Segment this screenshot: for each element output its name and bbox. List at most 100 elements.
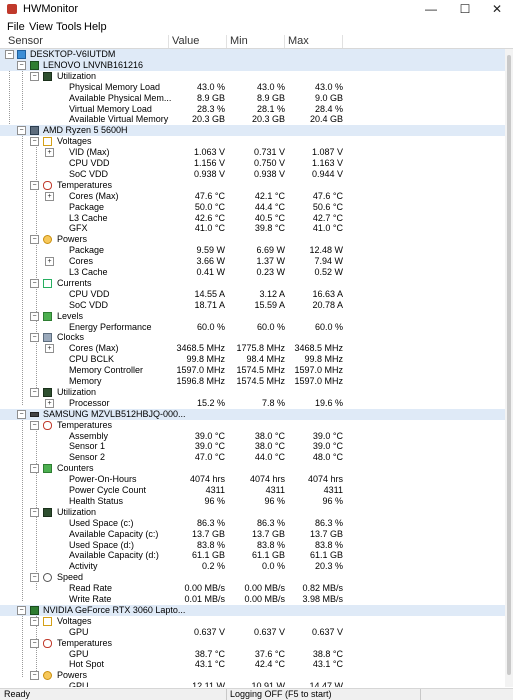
expand-icon[interactable]: + — [45, 344, 54, 354]
sensor-row[interactable]: CPU VDD 14.55 A 3.12 A 16.63 A — [0, 289, 505, 300]
minimize-button[interactable]: — — [414, 0, 448, 19]
category-row[interactable]: − Utilization — [0, 507, 505, 518]
collapse-icon[interactable]: − — [30, 278, 39, 288]
sensor-row[interactable]: Physical Memory Load 43.0 % 43.0 % 43.0 % — [0, 82, 505, 93]
expand-icon[interactable]: + — [45, 191, 54, 201]
category-row[interactable]: − Clocks — [0, 332, 505, 343]
sensor-row[interactable]: Package 50.0 °C 44.4 °C 50.6 °C — [0, 202, 505, 213]
category-row[interactable]: − Utilization — [0, 387, 505, 398]
device-row[interactable]: − SAMSUNG MZVLB512HBJQ-000... — [0, 408, 505, 420]
menu-tools[interactable]: Tools — [56, 21, 82, 33]
sensor-row[interactable]: CPU VDD 1.156 V 0.750 V 1.163 V — [0, 158, 505, 169]
sensor-row[interactable]: Available Physical Mem... 8.9 GB 8.9 GB 9.0… — [0, 93, 505, 104]
row-label: NVIDIA GeForce RTX 3060 Lapto... — [43, 604, 186, 615]
collapse-icon[interactable]: − — [5, 50, 14, 59]
sensor-row[interactable]: Read Rate 0.00 MB/s 0.00 MB/s 0.82 MB/s — [0, 583, 505, 594]
category-row[interactable]: − Counters — [0, 463, 505, 474]
expand-icon[interactable]: + — [45, 257, 54, 267]
collapse-icon[interactable]: − — [30, 464, 39, 474]
collapse-icon[interactable]: − — [30, 71, 39, 81]
sensor-row[interactable]: CPU BCLK 99.8 MHz 98.4 MHz 99.8 MHz — [0, 354, 505, 365]
root-row[interactable]: − DESKTOP-V6IUTDM — [0, 49, 505, 60]
category-row[interactable]: − Powers — [0, 670, 505, 681]
sensor-row[interactable]: Power-On-Hours 4074 hrs 4074 hrs 4074 hrs — [0, 474, 505, 485]
column-sensor[interactable]: Sensor — [5, 35, 169, 48]
collapse-icon[interactable]: − — [30, 137, 39, 147]
sensor-row[interactable]: Power Cycle Count 4311 4311 4311 — [0, 485, 505, 496]
collapse-icon[interactable]: − — [30, 616, 39, 626]
sensor-row[interactable]: + Cores (Max) 47.6 °C 42.1 °C 47.6 °C — [0, 191, 505, 202]
collapse-icon[interactable]: − — [30, 507, 39, 517]
category-row[interactable]: − Temperatures — [0, 180, 505, 191]
collapse-icon[interactable]: − — [30, 638, 39, 648]
sensor-row[interactable]: Assembly 39.0 °C 38.0 °C 39.0 °C — [0, 431, 505, 442]
collapse-icon[interactable]: − — [17, 60, 26, 70]
sensor-row[interactable]: Sensor 2 47.0 °C 44.0 °C 48.0 °C — [0, 452, 505, 463]
sensor-row[interactable]: L3 Cache 42.6 °C 40.5 °C 42.7 °C — [0, 213, 505, 224]
collapse-icon[interactable]: − — [17, 605, 26, 615]
sensor-row[interactable]: Used Space (c:) 86.3 % 86.3 % 86.3 % — [0, 518, 505, 529]
scrollbar-thumb[interactable] — [507, 55, 511, 675]
expand-icon[interactable]: + — [45, 148, 54, 158]
category-row[interactable]: − Voltages — [0, 616, 505, 627]
category-row[interactable]: − Utilization — [0, 71, 505, 82]
device-row[interactable]: − LENOVO LNVNB161216 — [0, 59, 505, 71]
sensor-row[interactable]: Activity 0.2 % 0.0 % 20.3 % — [0, 561, 505, 572]
collapse-icon[interactable]: − — [17, 126, 26, 136]
category-row[interactable]: − Powers — [0, 234, 505, 245]
sensor-row[interactable]: Available Virtual Memory 20.3 GB 20.3 GB 20… — [0, 114, 505, 125]
column-min[interactable]: Min — [227, 35, 285, 48]
sensor-row[interactable]: Sensor 1 39.0 °C 38.0 °C 39.0 °C — [0, 441, 505, 452]
sensor-row[interactable]: Health Status 96 % 96 % 96 % — [0, 496, 505, 507]
sensor-row[interactable]: SoC VDD 0.938 V 0.938 V 0.944 V — [0, 169, 505, 180]
category-row[interactable]: − Temperatures — [0, 420, 505, 431]
maximize-button[interactable]: ☐ — [448, 0, 482, 19]
sensor-row[interactable]: GPU 0.637 V 0.637 V 0.637 V — [0, 627, 505, 638]
collapse-icon[interactable]: − — [30, 420, 39, 430]
sensor-row[interactable]: + Cores 3.66 W 1.37 W 7.94 W — [0, 256, 505, 267]
collapse-icon[interactable]: − — [30, 573, 39, 583]
column-value[interactable]: Value — [169, 35, 227, 48]
collapse-icon[interactable]: − — [30, 235, 39, 245]
collapse-icon[interactable]: − — [30, 180, 39, 190]
sensor-row[interactable]: Memory Controller 1597.0 MHz 1574.5 MHz 159… — [0, 365, 505, 376]
sensor-row[interactable]: Used Space (d:) 83.8 % 83.8 % 83.8 % — [0, 540, 505, 551]
device-row[interactable]: − AMD Ryzen 5 5600H — [0, 125, 505, 137]
category-row[interactable]: − Levels — [0, 311, 505, 322]
column-max[interactable]: Max — [285, 35, 343, 48]
menu-file[interactable]: File — [7, 21, 25, 33]
sensor-row[interactable]: Energy Performance 60.0 % 60.0 % 60.0 % — [0, 322, 505, 333]
sensor-row[interactable]: L3 Cache 0.41 W 0.23 W 0.52 W — [0, 267, 505, 278]
expand-icon[interactable]: + — [45, 398, 54, 408]
close-button[interactable]: ✕ — [480, 0, 513, 19]
category-row[interactable]: − Temperatures — [0, 638, 505, 649]
sensor-row[interactable]: Write Rate 0.01 MB/s 0.00 MB/s 3.98 MB/s — [0, 594, 505, 605]
sensor-row[interactable]: Package 9.59 W 6.69 W 12.48 W — [0, 245, 505, 256]
category-row[interactable]: − Speed — [0, 572, 505, 583]
collapse-icon[interactable]: − — [30, 333, 39, 343]
value-cell: 0.2 % — [201, 561, 225, 572]
sensor-row[interactable]: Hot Spot 43.1 °C 42.4 °C 43.1 °C — [0, 659, 505, 670]
collapse-icon[interactable]: − — [30, 387, 39, 397]
collapse-icon[interactable]: − — [30, 671, 39, 681]
sensor-row[interactable]: GFX 41.0 °C 39.8 °C 41.0 °C — [0, 223, 505, 234]
device-row[interactable]: − NVIDIA GeForce RTX 3060 Lapto... — [0, 604, 505, 616]
sensor-row[interactable]: + Cores (Max) 3468.5 MHz 1775.8 MHz 3468.5 M… — [0, 343, 505, 354]
sensor-row[interactable]: Available Capacity (c:) 13.7 GB 13.7 GB 13.… — [0, 529, 505, 540]
category-row[interactable]: − Currents — [0, 278, 505, 289]
collapse-icon[interactable]: − — [17, 409, 26, 419]
sensor-row[interactable]: Available Capacity (d:) 61.1 GB 61.1 GB 61.… — [0, 550, 505, 561]
sensor-tree[interactable]: − DESKTOP-V6IUTDM − LENOVO LNVNB161216− Util… — [0, 49, 505, 687]
menu-view[interactable]: View — [29, 21, 53, 33]
sensor-row[interactable]: Memory 1596.8 MHz 1574.5 MHz 1597.0 MHz — [0, 376, 505, 387]
sensor-row[interactable]: GPU 38.7 °C 37.6 °C 38.8 °C — [0, 649, 505, 660]
sensor-row[interactable]: Virtual Memory Load 28.3 % 28.1 % 28.4 % — [0, 104, 505, 115]
vertical-scrollbar[interactable] — [505, 49, 513, 687]
sensor-row[interactable]: + VID (Max) 1.063 V 0.731 V 1.087 V — [0, 147, 505, 158]
sensor-row[interactable]: SoC VDD 18.71 A 15.59 A 20.78 A — [0, 300, 505, 311]
category-row[interactable]: − Voltages — [0, 136, 505, 147]
sensor-row[interactable]: GPU 12.11 W 10.91 W 14.47 W — [0, 681, 505, 687]
menu-help[interactable]: Help — [84, 21, 107, 33]
sensor-row[interactable]: + Processor 15.2 % 7.8 % 19.6 % — [0, 398, 505, 409]
collapse-icon[interactable]: − — [30, 311, 39, 321]
